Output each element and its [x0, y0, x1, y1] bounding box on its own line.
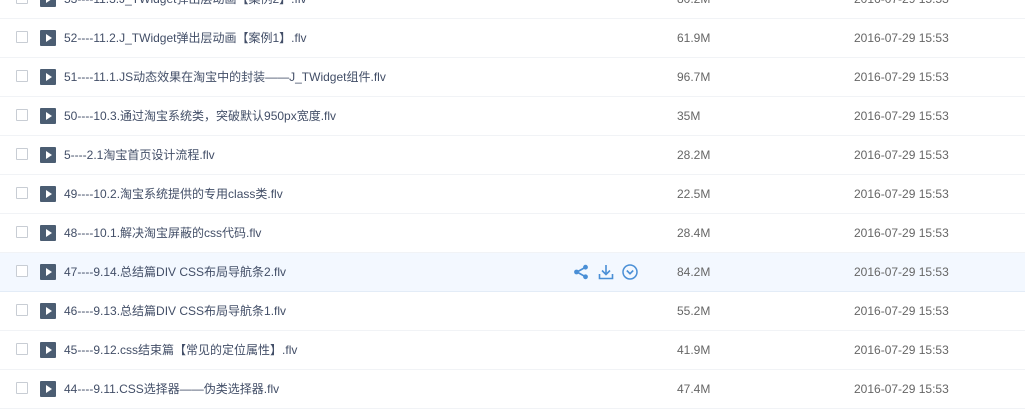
file-row[interactable]: 48----10.1.解决淘宝屏蔽的css代码.flv 28.4M 2016-07-…	[0, 214, 1025, 253]
file-size: 28.2M	[677, 148, 711, 162]
video-file-icon	[40, 381, 56, 397]
file-row[interactable]: 5----2.1淘宝首页设计流程.flv 28.2M 2016-07-29 15:5…	[0, 136, 1025, 175]
modified-time: 2016-07-29 15:53	[854, 343, 949, 357]
modified-time: 2016-07-29 15:53	[854, 187, 949, 201]
modified-time: 2016-07-29 15:53	[854, 148, 949, 162]
modified-time: 2016-07-29 15:53	[854, 31, 949, 45]
video-file-icon	[40, 342, 56, 358]
row-checkbox[interactable]	[16, 0, 28, 4]
file-name[interactable]: 49----10.2.淘宝系统提供的专用class类.flv	[64, 187, 283, 202]
video-file-icon	[40, 0, 56, 7]
file-name[interactable]: 50----10.3.通过淘宝系统类，突破默认950px宽度.flv	[64, 109, 336, 124]
file-name[interactable]: 45----9.12.css结束篇【常见的定位属性】.flv	[64, 343, 297, 358]
file-size: 84.2M	[677, 265, 711, 279]
row-checkbox[interactable]	[16, 187, 28, 199]
file-row[interactable]: 44----9.11.CSS选择器——伪类选择器.flv 47.4M 2016-07…	[0, 370, 1025, 409]
modified-time: 2016-07-29 15:53	[854, 226, 949, 240]
file-row[interactable]: 50----10.3.通过淘宝系统类，突破默认950px宽度.flv 35M 201…	[0, 97, 1025, 136]
file-list: 53----11.3.J_TWidget弹出层动画【案例2】.flv 80.2M 2…	[0, 0, 1025, 409]
chevron-down-circle-icon[interactable]	[621, 263, 639, 281]
file-name[interactable]: 44----9.11.CSS选择器——伪类选择器.flv	[64, 382, 279, 397]
file-size: 47.4M	[677, 382, 711, 396]
file-row[interactable]: 53----11.3.J_TWidget弹出层动画【案例2】.flv 80.2M 2…	[0, 0, 1025, 19]
file-size: 41.9M	[677, 343, 711, 357]
row-checkbox[interactable]	[16, 382, 28, 394]
modified-time: 2016-07-29 15:53	[854, 382, 949, 396]
file-name[interactable]: 51----11.1.JS动态效果在淘宝中的封装——J_TWidget组件.fl…	[64, 70, 386, 85]
row-checkbox[interactable]	[16, 226, 28, 238]
video-file-icon	[40, 30, 56, 46]
file-row[interactable]: 46----9.13.总结篇DIV CSS布局导航条1.flv 55.2M 2016…	[0, 292, 1025, 331]
file-name[interactable]: 53----11.3.J_TWidget弹出层动画【案例2】.flv	[64, 0, 307, 7]
file-row[interactable]: 51----11.1.JS动态效果在淘宝中的封装——J_TWidget组件.fl…	[0, 58, 1025, 97]
modified-time: 2016-07-29 15:53	[854, 109, 949, 123]
file-row[interactable]: 49----10.2.淘宝系统提供的专用class类.flv 22.5M 2016-…	[0, 175, 1025, 214]
file-row[interactable]: 45----9.12.css结束篇【常见的定位属性】.flv 41.9M 2016-…	[0, 331, 1025, 370]
file-size: 80.2M	[677, 0, 710, 7]
modified-time: 2016-07-29 15:53	[854, 304, 949, 318]
video-file-icon	[40, 186, 56, 202]
row-checkbox[interactable]	[16, 31, 28, 43]
row-checkbox[interactable]	[16, 70, 28, 82]
file-size: 96.7M	[677, 70, 711, 84]
file-name[interactable]: 5----2.1淘宝首页设计流程.flv	[64, 148, 215, 163]
file-size: 35M	[677, 109, 701, 123]
file-name[interactable]: 48----10.1.解决淘宝屏蔽的css代码.flv	[64, 226, 261, 241]
row-checkbox[interactable]	[16, 304, 28, 316]
file-size: 28.4M	[677, 226, 711, 240]
modified-time: 2016-07-29 15:53	[854, 265, 949, 279]
row-checkbox[interactable]	[16, 343, 28, 355]
file-name[interactable]: 47----9.14.总结篇DIV CSS布局导航条2.flv	[64, 265, 286, 280]
file-name[interactable]: 52----11.2.J_TWidget弹出层动画【案例1】.flv	[64, 31, 307, 46]
video-file-icon	[40, 225, 56, 241]
file-name[interactable]: 46----9.13.总结篇DIV CSS布局导航条1.flv	[64, 304, 286, 319]
file-size: 22.5M	[677, 187, 711, 201]
row-checkbox[interactable]	[16, 109, 28, 121]
row-checkbox[interactable]	[16, 148, 28, 160]
video-file-icon	[40, 108, 56, 124]
file-size: 61.9M	[677, 31, 711, 45]
video-file-icon	[40, 303, 56, 319]
share-icon[interactable]	[572, 263, 590, 281]
video-file-icon	[40, 69, 56, 85]
row-checkbox[interactable]	[16, 265, 28, 277]
modified-time: 2016-07-29 15:53	[854, 0, 949, 7]
file-size: 55.2M	[677, 304, 711, 318]
file-row[interactable]: 52----11.2.J_TWidget弹出层动画【案例1】.flv 61.9M 2…	[0, 19, 1025, 58]
download-icon[interactable]	[597, 263, 615, 281]
video-file-icon	[40, 264, 56, 280]
modified-time: 2016-07-29 15:53	[854, 70, 949, 84]
video-file-icon	[40, 147, 56, 163]
file-row[interactable]: 47----9.14.总结篇DIV CSS布局导航条2.flv 84.2M 2016…	[0, 253, 1025, 292]
